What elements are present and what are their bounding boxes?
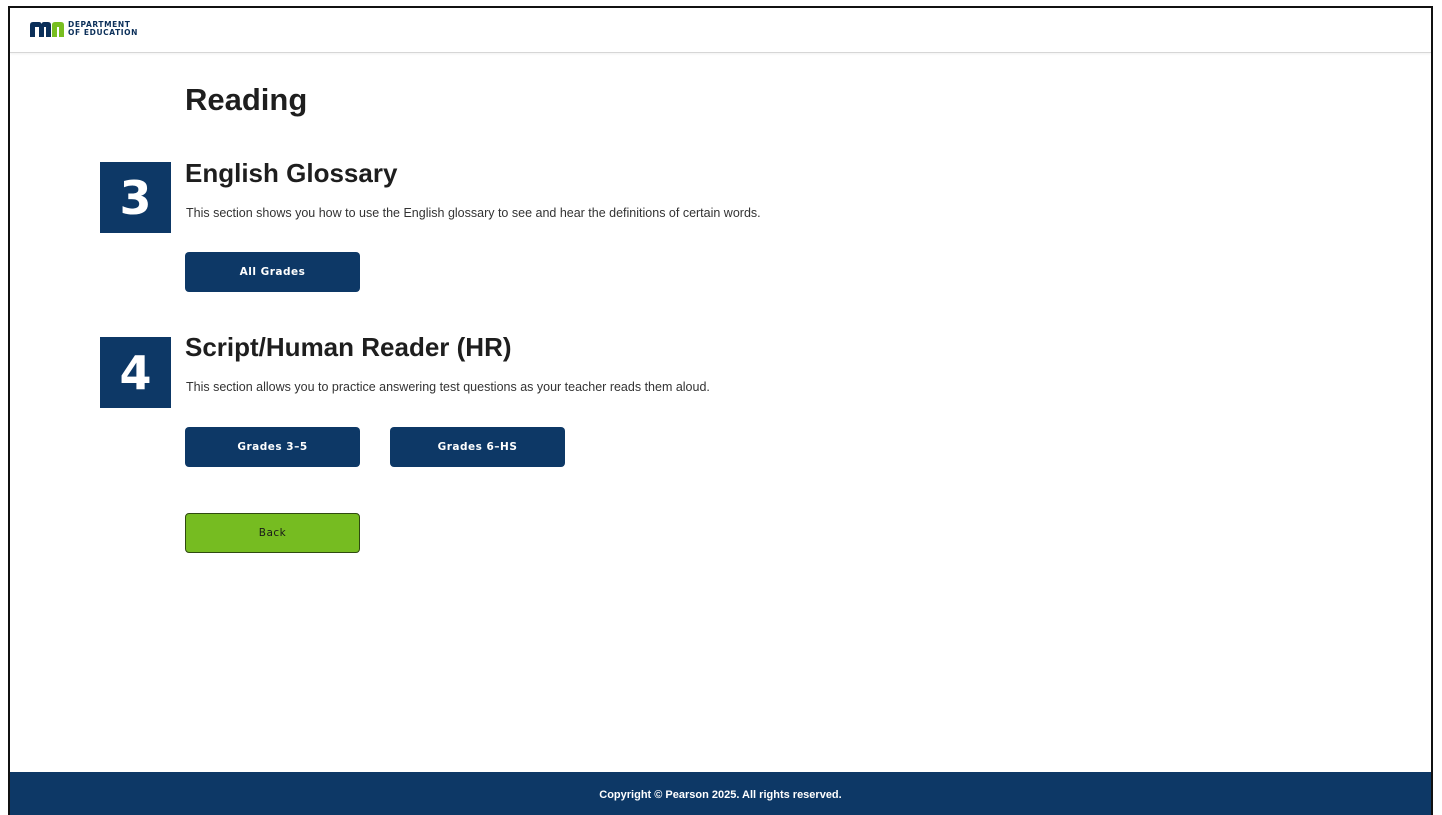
mn-department-logo[interactable]: DEPARTMENT OF EDUCATION xyxy=(30,21,138,37)
site-footer: Copyright © Pearson 2025. All rights res… xyxy=(10,772,1431,815)
logo-text: DEPARTMENT OF EDUCATION xyxy=(68,21,138,37)
all-grades-button[interactable]: All Grades xyxy=(185,252,360,292)
app-window: DEPARTMENT OF EDUCATION Reading 3 Englis… xyxy=(8,6,1433,815)
grades-3-5-button[interactable]: Grades 3–5 xyxy=(185,427,360,467)
site-header: DEPARTMENT OF EDUCATION xyxy=(10,8,1431,53)
mn-logo-icon xyxy=(30,22,64,37)
copyright-text: Copyright © Pearson 2025. All rights res… xyxy=(599,788,842,801)
section-description-script-human-reader: This section allows you to practice answ… xyxy=(186,380,710,394)
back-button[interactable]: Back xyxy=(185,513,360,553)
section-description-english-glossary: This section shows you how to use the En… xyxy=(186,206,761,220)
page-title: Reading xyxy=(185,82,308,117)
section-number-badge: 4 xyxy=(100,337,171,408)
section-title-script-human-reader: Script/Human Reader (HR) xyxy=(185,332,512,362)
section-number-badge: 3 xyxy=(100,162,171,233)
section-title-english-glossary: English Glossary xyxy=(185,158,398,188)
grades-6-hs-button[interactable]: Grades 6–HS xyxy=(390,427,565,467)
logo-line-2: OF EDUCATION xyxy=(68,28,139,37)
